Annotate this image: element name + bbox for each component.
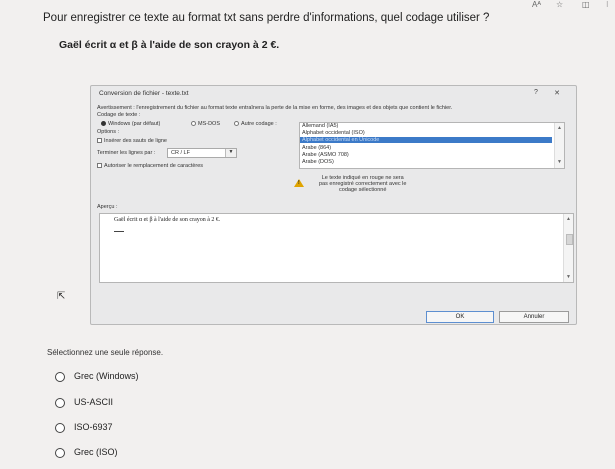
ok-button[interactable]: OK — [426, 311, 494, 323]
end-lines-label: Terminer les lignes par : — [97, 150, 156, 156]
split-screen-icon[interactable]: ◫ — [582, 0, 590, 9]
radio-selected-icon — [101, 121, 106, 127]
reader-icon[interactable]: Aᴬ — [532, 0, 541, 9]
allow-substitution-checkbox[interactable]: Autoriser le remplacement de caractères — [97, 163, 203, 169]
checkbox-icon — [97, 163, 102, 169]
answer-option-iso-6937[interactable]: ISO-6937 — [55, 422, 113, 433]
scroll-up-icon[interactable]: ▲ — [557, 125, 562, 131]
close-button[interactable]: ✕ — [550, 89, 564, 99]
warning-icon: ! — [294, 179, 304, 187]
red-text-note: Le texte indiqué en rouge ne sera pas en… — [319, 175, 407, 193]
list-item[interactable]: Arabe (ASMO 708) — [302, 152, 349, 158]
answer-option-us-ascii[interactable]: US-ASCII — [55, 397, 113, 408]
answer-instruction: Sélectionnez une seule réponse. — [47, 348, 164, 357]
end-lines-select[interactable]: CR / LF ▼ — [167, 148, 237, 158]
radio-icon — [234, 121, 239, 127]
radio-icon[interactable] — [55, 397, 65, 408]
windows-encoding-radio[interactable]: Windows (par défaut) — [101, 121, 160, 127]
radio-icon[interactable] — [55, 371, 65, 382]
answer-option-grec-windows[interactable]: Grec (Windows) — [55, 371, 139, 382]
list-item-selected[interactable]: Alphabet occidental en Unicode — [300, 137, 552, 143]
cancel-button[interactable]: Annuler — [499, 311, 569, 323]
list-item[interactable]: Alphabet occidental (ISO) — [302, 130, 365, 136]
mouse-cursor-icon: ⇱ — [57, 291, 66, 302]
browser-toolbar: Aᴬ ☆ ◫ ⁝ — [0, 0, 615, 12]
text-cursor-mark — [114, 231, 124, 232]
preview-box[interactable]: Gaël écrit α et β à l'aide de son crayon… — [99, 213, 574, 283]
statement-text: Gaël écrit α et β à l'aide de son crayon… — [59, 39, 280, 51]
preview-label: Aperçu : — [97, 204, 118, 210]
question-text: Pour enregistrer ce texte au format txt … — [43, 12, 490, 24]
radio-icon[interactable] — [55, 422, 65, 433]
help-button[interactable]: ? — [529, 89, 543, 99]
list-item[interactable]: Allemand (IA5) — [302, 123, 338, 129]
encoding-list[interactable]: Allemand (IA5) Alphabet occidental (ISO)… — [299, 122, 565, 169]
list-item[interactable]: Arabe (DOS) — [302, 159, 334, 165]
scroll-up-icon[interactable]: ▲ — [566, 216, 571, 222]
answer-option-grec-iso[interactable]: Grec (ISO) — [55, 447, 118, 458]
encoding-list-scrollbar[interactable]: ▲ ▼ — [554, 123, 564, 168]
options-label: Options : — [97, 129, 120, 135]
scroll-thumb[interactable] — [566, 234, 573, 245]
dialog-title: Conversion de fichier - texte.txt — [99, 90, 189, 97]
preview-text: Gaël écrit α et β à l'aide de son crayon… — [114, 217, 221, 223]
radio-icon[interactable] — [55, 447, 65, 458]
scroll-down-icon[interactable]: ▼ — [557, 159, 562, 165]
msdos-encoding-radio[interactable]: MS-DOS — [191, 121, 220, 127]
other-encoding-radio[interactable]: Autre codage : — [234, 121, 277, 127]
scroll-down-icon[interactable]: ▼ — [566, 274, 571, 280]
favorite-star-icon[interactable]: ☆ — [556, 0, 563, 9]
preview-scrollbar[interactable]: ▲ ▼ — [563, 214, 573, 282]
encoding-label: Codage de texte : — [97, 112, 141, 118]
radio-icon — [191, 121, 196, 127]
conversion-warning: Avertissement : l'enregistrement du fich… — [97, 105, 453, 111]
file-conversion-dialog: Conversion de fichier - texte.txt ? ✕ Av… — [90, 85, 577, 325]
insert-line-breaks-checkbox[interactable]: Insérer des sauts de ligne — [97, 138, 167, 144]
list-item[interactable]: Arabe (864) — [302, 145, 331, 151]
more-icon[interactable]: ⁝ — [606, 0, 609, 9]
checkbox-icon — [97, 138, 102, 144]
chevron-down-icon: ▼ — [225, 149, 236, 157]
